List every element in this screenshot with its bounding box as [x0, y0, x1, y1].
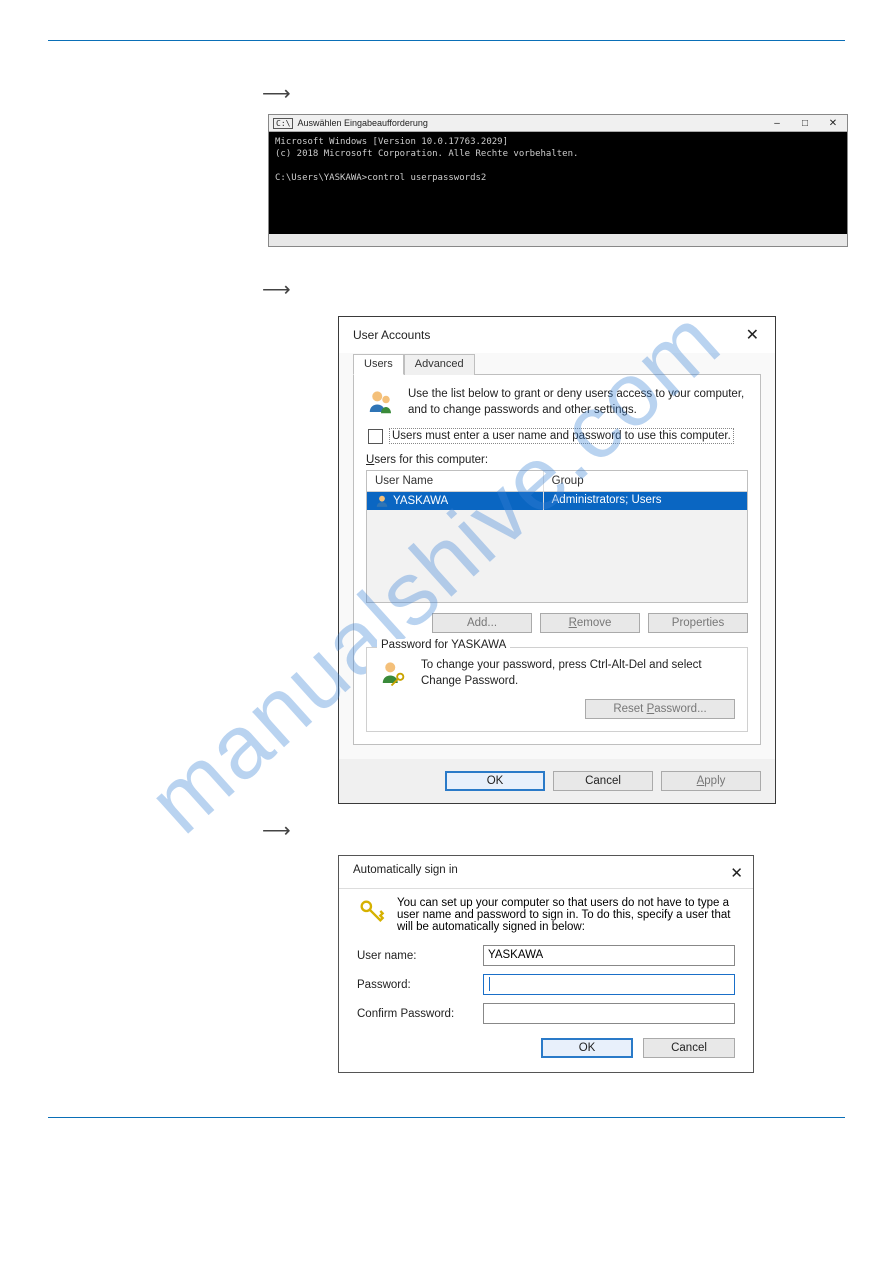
user-key-icon	[379, 658, 409, 688]
tab-body-users: Use the list below to grant or deny user…	[353, 375, 761, 745]
users-icon	[366, 387, 396, 417]
close-icon[interactable]: ✕	[730, 864, 743, 882]
minimize-icon[interactable]: –	[763, 118, 791, 129]
auto-signin-dialog: Automatically sign in ✕ You can set up y…	[338, 855, 754, 1073]
list-spacer	[367, 510, 747, 602]
cancel-button[interactable]: Cancel	[553, 771, 653, 791]
ok-button[interactable]: OK	[445, 771, 545, 791]
row-user: YASKAWA	[393, 495, 448, 507]
require-password-checkbox[interactable]	[368, 429, 383, 444]
dialog2-title: Automatically sign in	[353, 864, 730, 882]
bottom-divider	[48, 1117, 845, 1118]
cancel-button[interactable]: Cancel	[643, 1038, 735, 1058]
cmd-titlebar: C:\ Auswählen Eingabeaufforderung – □ ✕	[269, 115, 847, 132]
col-group: Group	[544, 471, 747, 491]
users-for-label: Users for this computer:	[366, 454, 748, 466]
dialog2-intro: You can set up your computer so that use…	[397, 897, 735, 933]
confirm-password-label: Confirm Password:	[357, 1008, 475, 1020]
step-arrow-2: ⟶	[262, 277, 848, 302]
ok-button[interactable]: OK	[541, 1038, 633, 1058]
add-button[interactable]: Add...	[432, 613, 532, 633]
maximize-icon[interactable]: □	[791, 118, 819, 129]
cmd-icon: C:\	[273, 118, 293, 129]
step-arrow-3: ⟶	[262, 818, 848, 843]
password-fieldset: Password for YASKAWA To change your pass…	[366, 647, 748, 732]
require-password-label: Users must enter a user name and passwor…	[389, 428, 734, 444]
users-list: User Name Group YASKAWA Administrators; …	[366, 470, 748, 603]
dialog2-titlebar: Automatically sign in ✕	[339, 856, 753, 888]
tab-users[interactable]: Users	[353, 354, 404, 375]
keys-icon	[357, 897, 385, 925]
cmd-title-text: Auswählen Eingabeaufforderung	[297, 118, 427, 128]
password-label: Password:	[357, 979, 475, 991]
confirm-password-field[interactable]	[483, 1003, 735, 1024]
list-header: User Name Group	[367, 471, 747, 492]
cmd-body: Microsoft Windows [Version 10.0.17763.20…	[269, 132, 847, 246]
step-arrow-1: ⟶	[262, 81, 848, 106]
dialog-title: User Accounts	[353, 328, 742, 342]
close-icon[interactable]: ✕	[819, 118, 847, 129]
row-group: Administrators; Users	[544, 492, 747, 510]
reset-password-button[interactable]: Reset Password...	[585, 699, 735, 719]
remove-button[interactable]: Remove	[540, 613, 640, 633]
tab-advanced[interactable]: Advanced	[404, 354, 475, 375]
col-username: User Name	[367, 471, 544, 491]
password-intro: To change your password, press Ctrl-Alt-…	[421, 658, 735, 689]
user-icon	[375, 494, 389, 508]
top-divider	[48, 40, 845, 41]
dialog-titlebar: User Accounts ✕	[339, 317, 775, 351]
close-icon[interactable]: ✕	[742, 325, 763, 345]
tabs: Users Advanced	[353, 353, 761, 375]
username-field[interactable]: YASKAWA	[483, 945, 735, 966]
user-accounts-dialog: User Accounts ✕ Users Advanced	[338, 316, 776, 804]
username-label: User name:	[357, 950, 475, 962]
properties-button[interactable]: Properties	[648, 613, 748, 633]
password-legend: Password for YASKAWA	[377, 639, 510, 651]
apply-button[interactable]: Apply	[661, 771, 761, 791]
list-row-selected[interactable]: YASKAWA Administrators; Users	[367, 492, 747, 510]
cmd-window: C:\ Auswählen Eingabeaufforderung – □ ✕ …	[268, 114, 848, 247]
intro-text: Use the list below to grant or deny user…	[408, 387, 748, 418]
password-field[interactable]	[483, 974, 735, 995]
